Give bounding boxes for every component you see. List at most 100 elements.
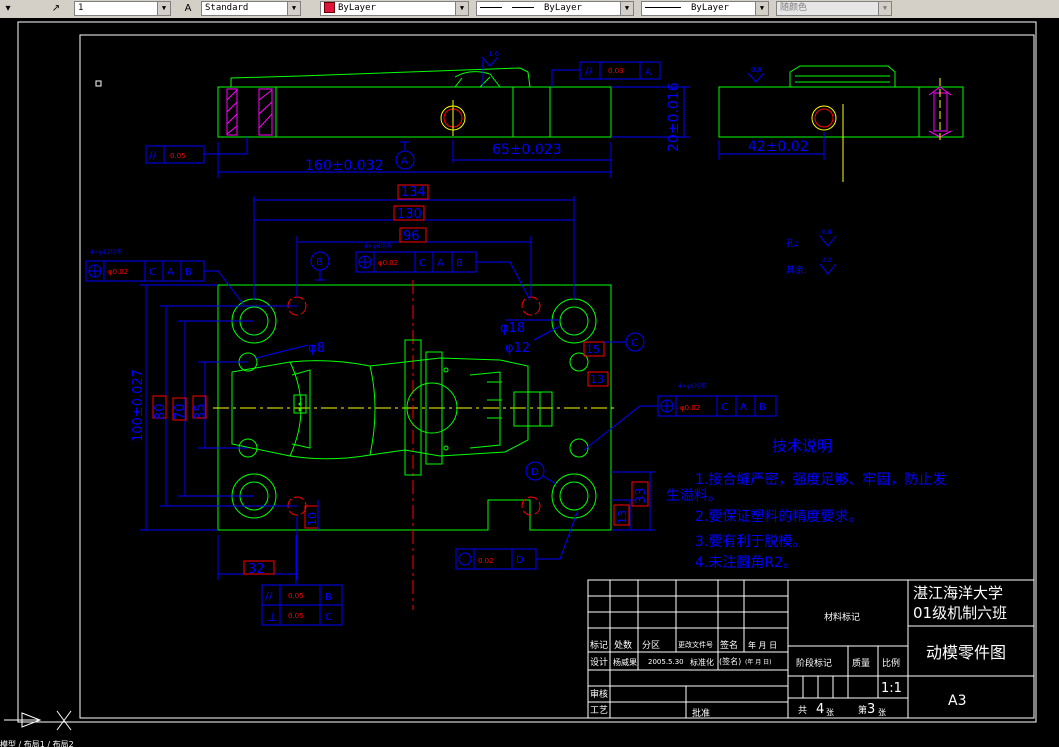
svg-text://: // <box>585 65 593 78</box>
svg-text:80: 80 <box>153 403 168 420</box>
svg-text:分区: 分区 <box>642 640 660 651</box>
svg-text:1.接合缝严密，强度足够、牢固，防止发: 1.接合缝严密，强度足够、牢固，防止发 <box>695 471 946 488</box>
svg-text:B: B <box>316 257 323 268</box>
svg-text:处数: 处数 <box>614 639 632 651</box>
svg-text:4×φ6均布: 4×φ6均布 <box>678 382 707 390</box>
svg-text:A: A <box>401 156 408 167</box>
color-select[interactable]: ByLayer ▼ <box>320 1 469 16</box>
dimension-label: 42±0.02 <box>748 139 809 155</box>
drawing-canvas[interactable]: 1.6 // 0.03 A // 0.05 A 160±0.032 65±0.0… <box>0 18 1059 747</box>
svg-text:标准化: 标准化 <box>690 657 714 667</box>
lineweight-select[interactable]: ByLayer ▼ <box>641 1 769 16</box>
svg-text:生溢料。: 生溢料。 <box>666 488 722 504</box>
svg-text:年 月 日: 年 月 日 <box>748 640 777 650</box>
svg-text:130: 130 <box>397 207 422 222</box>
svg-text:⊥: ⊥ <box>267 610 277 624</box>
svg-text:B: B <box>759 402 766 413</box>
roughness-value: 1.6 <box>488 50 500 58</box>
svg-text:φ0.02: φ0.02 <box>108 268 128 276</box>
chevron-down-icon[interactable]: ▼ <box>157 2 170 15</box>
linetype-sample-icon <box>480 7 502 8</box>
svg-text:100±0.027: 100±0.027 <box>131 369 146 442</box>
svg-text:13: 13 <box>616 510 629 524</box>
svg-text:4: 4 <box>816 702 824 717</box>
svg-text:A3: A3 <box>948 693 966 709</box>
textstyle-select[interactable]: Standard ▼ <box>201 1 301 16</box>
svg-text:φ0.02: φ0.02 <box>680 404 700 412</box>
svg-text:φ8: φ8 <box>308 341 325 356</box>
svg-text:13: 13 <box>590 373 604 386</box>
svg-text:0.05: 0.05 <box>170 152 186 160</box>
svg-text:10: 10 <box>306 512 319 526</box>
svg-text:0.03: 0.03 <box>608 67 624 75</box>
dimstyle-icon[interactable]: ▾ <box>0 1 16 16</box>
svg-text:96: 96 <box>403 229 420 244</box>
svg-text:质量: 质量 <box>852 657 870 669</box>
notes-title: 技术说明 <box>772 437 832 455</box>
dimension-label: 65±0.023 <box>492 142 562 158</box>
svg-text:134: 134 <box>401 185 426 200</box>
school-name: 湛江海洋大学 <box>913 584 1003 602</box>
svg-text://: // <box>149 149 157 162</box>
svg-text:B: B <box>185 267 192 278</box>
chevron-down-icon[interactable]: ▼ <box>755 2 768 15</box>
svg-text:3: 3 <box>867 702 875 717</box>
lineweight-sample-icon <box>645 7 681 8</box>
svg-text:共: 共 <box>798 705 807 716</box>
svg-text:0.05: 0.05 <box>288 612 304 620</box>
textstyle-manager-icon[interactable]: A <box>180 1 196 16</box>
chevron-down-icon[interactable]: ▼ <box>287 2 300 15</box>
color-swatch-icon <box>324 2 335 13</box>
svg-text:更改文件号: 更改文件号 <box>678 640 713 649</box>
svg-text:35: 35 <box>193 403 208 420</box>
svg-text:4×φ12均布: 4×φ12均布 <box>90 248 122 256</box>
svg-text:0.8: 0.8 <box>751 66 762 74</box>
svg-text:01级机制六班: 01级机制六班 <box>913 604 1007 622</box>
svg-text:B: B <box>456 258 463 269</box>
model-space-background <box>0 18 1059 747</box>
svg-text:签名: 签名 <box>720 639 738 651</box>
svg-text:(签名): (签名) <box>719 656 741 666</box>
chevron-down-icon: ▼ <box>878 2 891 15</box>
svg-text:0.05: 0.05 <box>288 592 304 600</box>
svg-text:A: A <box>437 258 444 269</box>
svg-text:2005.5.30: 2005.5.30 <box>648 658 684 666</box>
dimstyle-select[interactable]: 1 ▼ <box>74 1 171 16</box>
svg-text:1:1: 1:1 <box>881 681 902 696</box>
svg-text:33: 33 <box>634 487 649 504</box>
part-name: 动模零件图 <box>926 643 1006 662</box>
chevron-down-icon[interactable]: ▼ <box>620 2 633 15</box>
dimstyle-manager-icon[interactable]: ↗ <box>48 1 64 16</box>
svg-text:15: 15 <box>586 343 600 356</box>
svg-text:张: 张 <box>878 708 886 717</box>
svg-text:工艺: 工艺 <box>590 705 608 716</box>
svg-text:B: B <box>325 592 332 603</box>
svg-text:4×φ8均布: 4×φ8均布 <box>364 242 393 250</box>
svg-text:A: A <box>740 402 747 413</box>
svg-text:C: C <box>419 258 426 269</box>
svg-text:比例: 比例 <box>882 657 900 669</box>
svg-text:0.02: 0.02 <box>478 557 494 565</box>
svg-text:批准: 批准 <box>692 707 710 719</box>
linetype-select[interactable]: ByLayer ▼ <box>476 1 634 16</box>
svg-text://: // <box>265 590 273 603</box>
layout-tabs[interactable]: 模型 / 布局1 / 布局2 <box>0 739 200 747</box>
svg-text:张: 张 <box>826 708 834 717</box>
svg-text:φ12: φ12 <box>505 341 530 356</box>
plotstyle-select[interactable]: 随颜色 ▼ <box>776 1 892 16</box>
svg-text:材料标记: 材料标记 <box>824 611 860 623</box>
svg-text:4.未注圆角R2。: 4.未注圆角R2。 <box>695 555 797 571</box>
svg-text:(年 月 日): (年 月 日) <box>745 658 772 666</box>
svg-text:3.2: 3.2 <box>822 257 832 264</box>
svg-text:φ0.02: φ0.02 <box>378 259 398 267</box>
linetype-sample-icon <box>512 7 534 8</box>
dimension-label: 20±0.016 <box>666 82 682 152</box>
svg-text:C: C <box>149 267 156 278</box>
properties-toolbar: ▾ ↗ 1 ▼ A Standard ▼ ByLayer ▼ ByLayer ▼ ByL… <box>0 0 1059 19</box>
svg-text:杨威果: 杨威果 <box>613 657 637 667</box>
svg-text:A: A <box>645 68 652 78</box>
svg-text:φ18: φ18 <box>500 321 525 336</box>
dimension-label: 160±0.032 <box>305 158 384 174</box>
chevron-down-icon[interactable]: ▼ <box>455 2 468 15</box>
svg-text:3.要有利于脱模。: 3.要有利于脱模。 <box>695 534 806 550</box>
